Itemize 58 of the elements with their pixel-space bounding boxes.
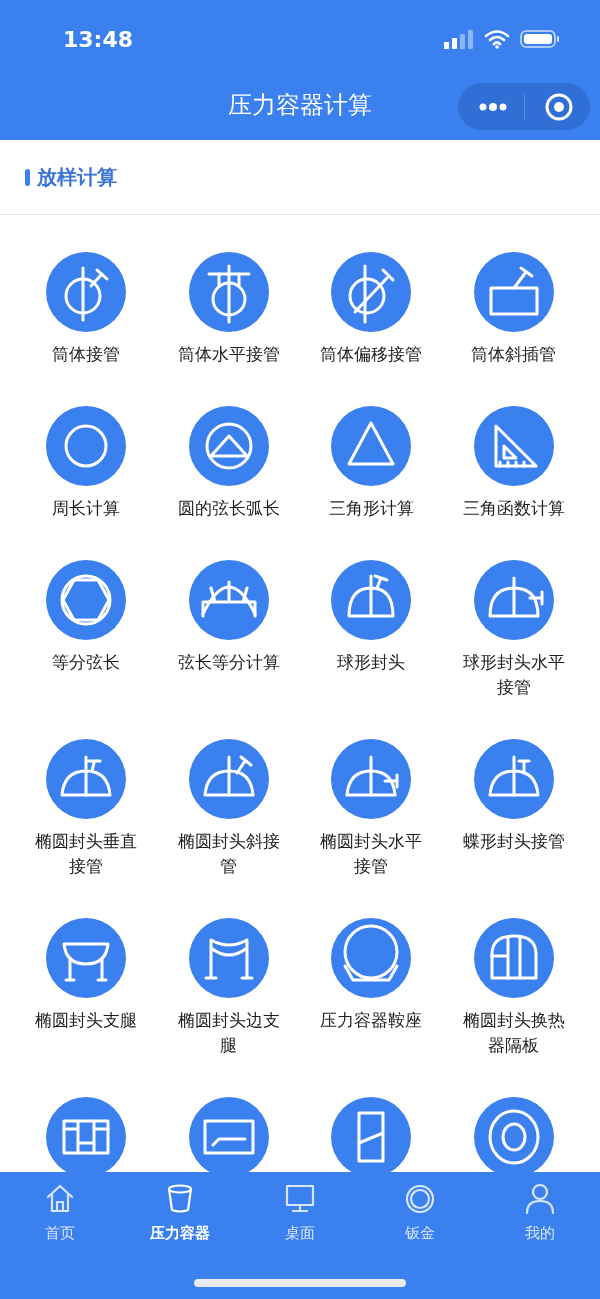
tool-label: 弦长等分计算 <box>176 652 281 674</box>
saddle-support-icon[interactable] <box>331 918 412 998</box>
tab-item[interactable]: 桌面 <box>240 1182 360 1245</box>
tool-label: 球形封头水平接管 <box>461 652 566 699</box>
divided-arc-icon[interactable] <box>188 560 269 640</box>
tool-label: 球形封头 <box>336 652 407 674</box>
tool-label: 三角形计算 <box>327 498 415 520</box>
ellipse-head-pipe-icon[interactable] <box>46 739 127 819</box>
page-title: 压力容器计算 <box>228 90 372 120</box>
tool-label: 压力容器鞍座 <box>319 1010 424 1032</box>
tool-label: 椭圆封头斜接管 <box>176 831 281 878</box>
tool-label: 等分弦长 <box>51 652 122 674</box>
chord-circle-icon[interactable] <box>188 406 269 486</box>
signal-icon <box>444 29 474 49</box>
ring-icon <box>403 1182 437 1216</box>
circle-icon[interactable] <box>46 406 127 486</box>
tool-label: 蝶形封头接管 <box>461 831 566 853</box>
dome-side-pipe-icon[interactable] <box>473 560 554 640</box>
grid-panel-icon[interactable] <box>46 1097 127 1172</box>
tool-label: 筒体接管 <box>51 344 122 366</box>
head-with-legs-icon[interactable] <box>46 918 127 998</box>
capsule-menu[interactable] <box>458 83 590 130</box>
slanted-pipe-box-icon[interactable] <box>473 252 554 332</box>
user-icon <box>523 1182 557 1216</box>
ellipse-head-side-pipe-icon[interactable] <box>331 739 412 819</box>
tool-label: 椭圆封头支腿 <box>34 1010 139 1032</box>
tool-label: 椭圆封头换热器隔板 <box>461 1010 566 1057</box>
more-icon[interactable] <box>478 101 508 112</box>
tool-label: 圆的弦长弧长 <box>176 498 281 520</box>
section-marker <box>25 168 30 186</box>
status-time: 13:48 <box>63 25 134 54</box>
pipe-on-circle-icon[interactable] <box>46 252 127 332</box>
tool-label: 筒体斜插管 <box>470 344 558 366</box>
tab-item[interactable]: 压力容器 <box>120 1182 240 1245</box>
hexagon-in-circle-icon[interactable] <box>46 560 127 640</box>
head-edge-legs-icon[interactable] <box>188 918 269 998</box>
tool-label: 筒体水平接管 <box>176 344 281 366</box>
tab-item[interactable]: 我的 <box>480 1182 600 1245</box>
ring-icon[interactable] <box>473 1097 554 1172</box>
tool-label: 椭圆封头垂直接管 <box>34 831 139 878</box>
dome-with-pipe-icon[interactable] <box>331 560 412 640</box>
offset-pipe-circle-icon[interactable] <box>331 252 412 332</box>
tool-label: 周长计算 <box>51 498 122 520</box>
tab-item[interactable]: 首页 <box>0 1182 120 1245</box>
tool-label: 三角函数计算 <box>461 498 566 520</box>
section-title: 放样计算 <box>37 165 117 190</box>
dished-head-pipe-icon[interactable] <box>473 739 554 819</box>
tool-label: 椭圆封头水平接管 <box>319 831 424 878</box>
tool-label: 椭圆封头边支腿 <box>176 1010 281 1057</box>
tab-item[interactable]: 钣金 <box>360 1182 480 1245</box>
battery-icon <box>520 29 560 49</box>
head-with-baffles-icon[interactable] <box>473 918 554 998</box>
close-icon[interactable] <box>545 92 573 121</box>
pipe-on-drum-icon[interactable] <box>188 252 269 332</box>
tool-label: 筒体偏移接管 <box>319 344 424 366</box>
ellipse-head-slant-pipe-icon[interactable] <box>188 739 269 819</box>
wifi-icon <box>484 29 510 49</box>
frame-with-line-icon[interactable] <box>188 1097 269 1172</box>
